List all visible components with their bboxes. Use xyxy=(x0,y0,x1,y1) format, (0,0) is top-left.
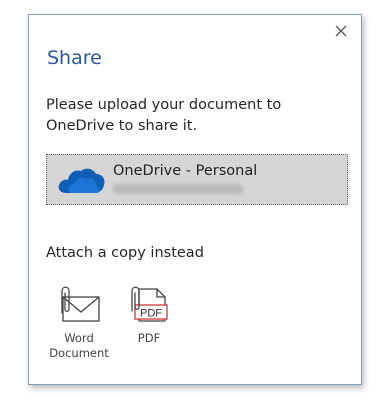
word-document-label-line1: Word xyxy=(64,331,94,345)
attach-pdf-button[interactable]: PDF PDF xyxy=(119,283,179,346)
onedrive-personal-option[interactable]: OneDrive - Personal xyxy=(46,154,348,205)
word-document-attachment-icon xyxy=(61,286,100,322)
word-document-label-line2: Document xyxy=(49,346,109,360)
stage: Share Please upload your document to One… xyxy=(0,0,383,405)
onedrive-cloud-icon xyxy=(58,168,105,193)
close-icon xyxy=(335,25,347,37)
share-dialog: Share Please upload your document to One… xyxy=(28,14,362,385)
blurred-account-email xyxy=(113,184,243,194)
pdf-attachment-icon: PDF xyxy=(131,286,168,322)
pdf-label: PDF xyxy=(137,331,161,345)
dialog-description: Please upload your document to OneDrive … xyxy=(46,97,282,134)
onedrive-account-name: OneDrive - Personal xyxy=(113,163,258,179)
attach-word-document-button[interactable]: Word Document xyxy=(45,283,113,361)
pdf-badge-text: PDF xyxy=(140,308,162,320)
close-button[interactable] xyxy=(333,23,349,39)
dialog-title: Share xyxy=(47,47,102,69)
attach-heading: Attach a copy instead xyxy=(46,245,204,261)
